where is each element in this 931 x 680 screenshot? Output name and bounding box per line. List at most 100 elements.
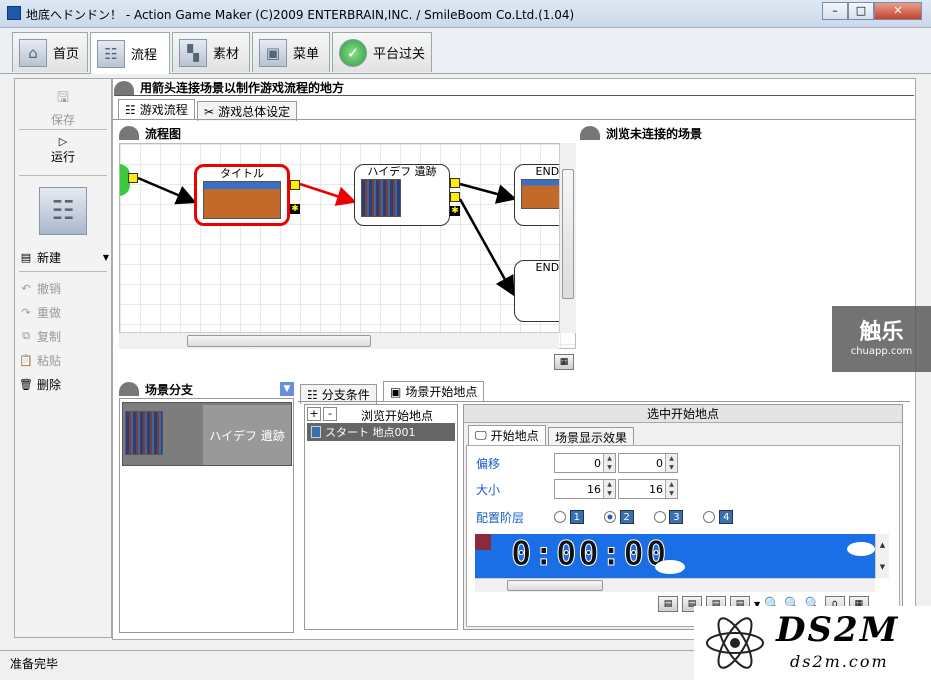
delete-button[interactable]: 🗑 删除 [19,373,109,395]
layer-1-view-icon[interactable]: ▤ [658,596,678,612]
ds2m-watermark: DS2M ds2m.com [694,606,931,680]
ds2m-url: ds2m.com [790,652,889,671]
remove-start-point-button[interactable]: - [323,407,337,421]
tab-scene-effect[interactable]: 场景显示效果 [548,427,635,447]
start-point-list: + - 浏览开始地点 スタート 地点001 [304,404,458,630]
scroll-thumb[interactable] [507,580,603,591]
spin-arrows-icon[interactable]: ▲ ▼ [665,454,677,472]
undo-label: 撤销 [37,281,62,296]
asterisk-icon: ✱ [450,206,460,216]
size-h-field[interactable]: 16 ▲ ▼ [618,479,678,499]
scene-thumbnail [203,181,281,219]
run-button[interactable]: ▷ 运行 [15,135,111,165]
download-arrow-icon[interactable]: ▼ [280,382,294,396]
scene-preview[interactable]: 0:00:00 [475,534,875,578]
header-tab-shape [114,80,134,95]
layer-option-4[interactable]: 4 [703,509,734,524]
start-port[interactable] [128,173,138,183]
preview-vscroll[interactable]: ▲ ▼ [875,534,889,578]
layer-option-3[interactable]: 3 [653,509,684,524]
add-start-point-button[interactable]: + [307,407,321,421]
maximize-button[interactable]: □ [848,2,874,20]
save-button[interactable]: 🖫 保存 [15,87,111,128]
divider [19,175,107,176]
tab-material[interactable]: ▚ 素材 [172,32,250,72]
chuapp-url: chuapp.com [850,346,913,357]
material-icon: ▚ [179,38,207,67]
scene-node-ruins[interactable]: ハイデフ 遺跡 [354,164,450,226]
tab-menu-label: 菜单 [293,47,320,62]
preview-hscroll[interactable] [475,578,875,592]
tab-start-location[interactable]: 🖵 开始地点 [468,425,546,445]
start-marker [475,534,491,550]
layer-option-1[interactable]: 1 [554,509,584,524]
tab-game-flow[interactable]: ☷ 游戏流程 [118,99,195,119]
grid-toggle-icon[interactable]: ▦ [554,354,574,370]
divider [298,401,910,402]
list-item-label: スタート 地点001 [325,426,416,439]
page-header: 用箭头连接场景以制作游戏流程的地方 [114,80,914,96]
start-list-header: 浏览开始地点 [360,409,433,423]
scene-node-ruins-label: ハイデフ 遺跡 [367,165,437,178]
layer-radio-group: 1 2 3 4 [554,509,734,524]
redo-button[interactable]: ↷ 重做 [19,301,109,323]
radio-icon [653,510,666,523]
status-text: 准备完毕 [10,657,59,671]
undo-button[interactable]: ↶ 撤销 [19,277,109,299]
flow-large-icon: ☷ [39,187,87,235]
size-w-field[interactable]: 16 ▲ ▼ [554,479,616,499]
branch-item[interactable]: ハイデフ 遺跡 [122,402,292,466]
flowchart-vscroll[interactable] [559,143,576,333]
flowchart-hscroll[interactable] [119,332,559,349]
scene-node-title[interactable]: タイトル [194,164,290,226]
close-button[interactable]: ✕ [874,2,922,20]
offset-x-field[interactable]: 0 ▲ ▼ [554,453,616,473]
tab-start-point[interactable]: ▣ 场景开始地点 [383,381,485,401]
output-port[interactable] [450,192,460,202]
tab-home[interactable]: ⌂ 首页 [12,32,88,72]
dropdown-arrow-icon: ▼ [102,252,109,262]
offset-y-field[interactable]: 0 ▲ ▼ [618,453,678,473]
tab-flow[interactable]: ☷ 流程 [90,32,170,74]
tab-start-point-label: 场景开始地点 [405,385,478,399]
scroll-thumb[interactable] [187,335,371,347]
scroll-thumb[interactable] [562,169,574,299]
run-label: 运行 [50,150,75,164]
layer-option-2[interactable]: 2 [603,509,634,524]
sidebar: 🖫 保存 ▷ 运行 ☷ ▤ 新建 ▼ ↶ 撤销 ↷ 重做 ⧉ 复制 📋 粘贴 🗑… [14,78,112,638]
minimize-button[interactable]: – [822,2,848,20]
flowchart-title: 流程图 [145,126,182,141]
spin-arrows-icon[interactable]: ▲ ▼ [603,454,615,472]
size-w-value: 16 [587,482,601,496]
unconnected-title: 浏览未连接的场景 [606,126,703,141]
scene-thumbnail [125,411,163,455]
copy-button[interactable]: ⧉ 复制 [19,325,109,347]
flow-small-icon: ☷ [125,102,136,117]
selected-start-header: 选中开始地点 [464,405,902,423]
tab-game-settings[interactable]: ✂ 游戏总体设定 [197,101,298,121]
tab-stage-clear[interactable]: ✓ 平台过关 [332,32,432,72]
play-icon: ▷ [58,135,68,148]
divider [19,271,107,272]
output-port[interactable] [450,178,460,188]
chuapp-watermark: 触乐 chuapp.com [832,306,931,372]
atom-logo-icon [706,617,764,669]
tab-menu[interactable]: ▣ 菜单 [252,32,330,72]
list-item[interactable]: スタート 地点001 [307,423,455,441]
chuapp-logo-text: 触乐 [859,320,904,345]
start-point-icon [311,426,321,438]
spin-arrows-icon[interactable]: ▲ ▼ [603,480,615,498]
menu-icon: ▣ [259,38,287,67]
new-icon: ▤ [20,250,32,264]
spin-arrows-icon[interactable]: ▲ ▼ [665,480,677,498]
tab-stage-clear-label: 平台过关 [373,47,426,62]
offset-x-value: 0 [594,456,601,470]
page-description: 用箭头连接场景以制作游戏流程的地方 [140,81,345,95]
paste-button[interactable]: 📋 粘贴 [19,349,109,371]
paste-icon: 📋 [19,353,33,367]
copy-label: 复制 [37,329,62,344]
output-port[interactable] [290,180,300,190]
divider [19,129,107,130]
new-button[interactable]: ▤ 新建 ▼ [19,246,109,268]
flowchart-canvas[interactable]: タイトル ✱ ハイデフ 遺跡 ✱ ENDI ENDI [119,143,576,349]
